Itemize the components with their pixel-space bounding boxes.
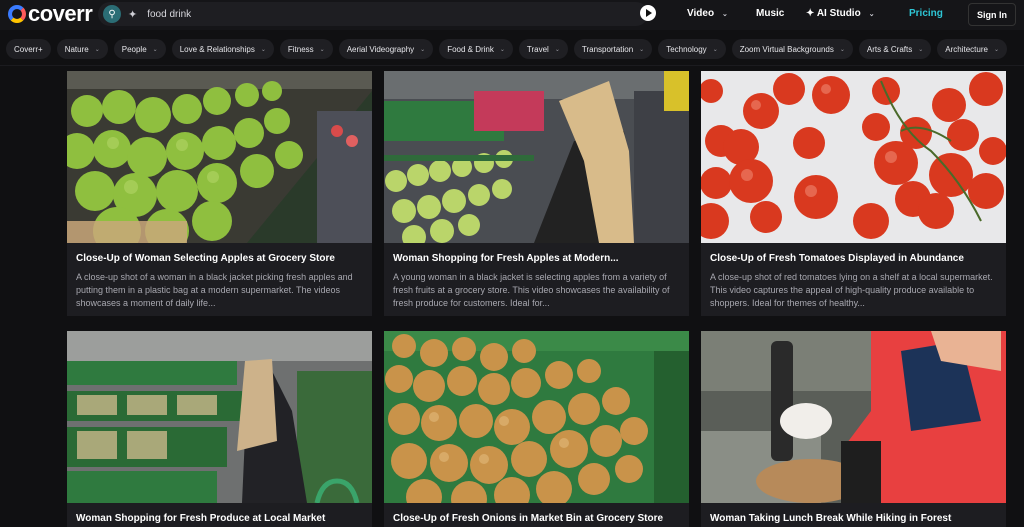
category-chip-coverr-plus[interactable]: Coverr+ [6,39,51,59]
nav-pricing[interactable]: Pricing [909,8,943,19]
video-card[interactable]: Woman Taking Lunch Break While Hiking in… [701,331,1006,527]
tomatoes-thumbnail-image [701,71,1006,243]
chevron-down-icon: ⌄ [839,46,845,53]
video-card[interactable]: Woman Shopping for Fresh Apples at Moder… [384,71,689,316]
video-thumbnail[interactable] [384,331,689,503]
nav-music[interactable]: Music [756,8,784,19]
logo-ring-icon [8,5,26,23]
category-chip-transportation[interactable]: Transportation ⌄ [573,39,653,59]
video-title[interactable]: Close-Up of Fresh Tomatoes Displayed in … [710,253,964,264]
chevron-down-icon: ⌄ [639,46,645,53]
category-chip-nature[interactable]: Nature ⌄ [56,39,108,59]
chevron-down-icon: ⌄ [993,46,999,53]
category-chip-aerial-videography[interactable]: Aerial Videography ⌄ [338,39,434,59]
video-thumbnail[interactable] [384,71,689,243]
coverr-logo[interactable]: coverr [8,3,93,25]
video-card[interactable]: Close-Up of Fresh Onions in Market Bin a… [384,331,689,527]
category-chip-technology[interactable]: Technology ⌄ [658,39,726,59]
category-bar: Coverr+ Nature ⌄ People ⌄ Love & Relations… [6,39,1007,59]
video-title[interactable]: Close-Up of Fresh Onions in Market Bin a… [393,513,663,524]
apples-thumbnail-image [67,71,372,243]
chevron-down-icon: ⌄ [499,46,505,53]
video-title[interactable]: Close-Up of Woman Selecting Apples at Gr… [76,253,335,264]
chevron-down-icon: ⌄ [554,46,560,53]
play-icon[interactable] [640,5,656,21]
category-chip-food-drink[interactable]: Food & Drink ⌄ [439,39,513,59]
sign-in-button[interactable]: Sign In [968,3,1016,26]
video-title[interactable]: Woman Shopping for Fresh Apples at Moder… [393,253,619,264]
chevron-down-icon: ⌄ [94,46,100,53]
divider [0,65,1024,66]
chevron-down-icon: ⌄ [152,46,158,53]
nav-ai-studio-dropdown[interactable]: ✦ AI Studio ⌄ [806,8,875,19]
video-description: A young woman in a black jacket is selec… [393,272,670,308]
hiking-lunch-thumbnail-image [701,331,1006,503]
chevron-down-icon: ⌄ [420,46,426,53]
category-chip-architecture[interactable]: Architecture ⌄ [937,39,1007,59]
video-card[interactable]: Close-Up of Woman Selecting Apples at Gr… [67,71,372,316]
video-description: A close-up shot of a woman in a black ja… [76,272,353,308]
woman-produce-thumbnail-image [67,331,372,503]
ai-sparkle-icon: ✦ [806,8,815,19]
chevron-down-icon: ⌄ [712,46,718,53]
nav-video-dropdown[interactable]: Video ⌄ [687,8,728,19]
ai-sparkle-icon[interactable]: ✦ [128,8,137,21]
video-card[interactable]: Woman Shopping for Fresh Produce at Loca… [67,331,372,527]
onions-thumbnail-image [384,331,689,503]
chevron-down-icon: ⌄ [260,46,266,53]
video-thumbnail[interactable] [701,71,1006,243]
category-chip-people[interactable]: People ⌄ [113,39,166,59]
chevron-down-icon: ⌄ [722,11,728,18]
video-card[interactable]: Close-Up of Fresh Tomatoes Displayed in … [701,71,1006,316]
category-chip-arts-crafts[interactable]: Arts & Crafts ⌄ [858,39,932,59]
search-input[interactable] [147,8,618,20]
video-description: A close-up shot of red tomatoes lying on… [710,272,993,308]
video-thumbnail[interactable] [701,331,1006,503]
video-title[interactable]: Woman Shopping for Fresh Produce at Loca… [76,513,325,524]
search-icon[interactable]: ⚲ [103,5,121,23]
category-chip-zoom-backgrounds[interactable]: Zoom Virtual Backgrounds ⌄ [731,39,853,59]
video-title[interactable]: Woman Taking Lunch Break While Hiking in… [710,513,951,524]
category-chip-love-relationships[interactable]: Love & Relationships ⌄ [171,39,274,59]
search-bar[interactable]: ⚲ ✦ [98,2,648,26]
category-chip-fitness[interactable]: Fitness ⌄ [279,39,333,59]
top-navigation: coverr ⚲ ✦ Video⌄ Music ✦ AI Studio⌄ Pri… [0,0,1024,30]
video-thumbnail[interactable] [67,331,372,503]
chevron-down-icon: ⌄ [319,46,325,53]
chevron-down-icon: ⌄ [918,46,924,53]
woman-apples-thumbnail-image [384,71,689,243]
chevron-down-icon: ⌄ [868,11,875,18]
category-chip-travel[interactable]: Travel ⌄ [518,39,568,59]
video-thumbnail[interactable] [67,71,372,243]
